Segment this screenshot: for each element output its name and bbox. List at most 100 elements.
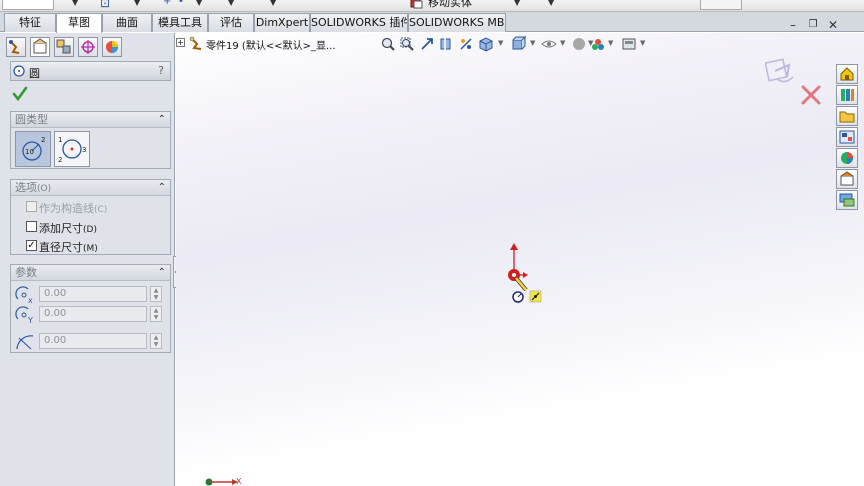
chevron-down-icon[interactable]: ▼ xyxy=(270,0,276,7)
center-x-icon: x xyxy=(15,286,33,305)
tab-features[interactable]: 特征 xyxy=(4,13,56,32)
view-palette-tab[interactable] xyxy=(836,127,858,147)
chevron-down-icon[interactable]: ▼ xyxy=(72,0,78,7)
view-palette-icon xyxy=(839,130,855,144)
perimeter-circle-icon: 1 2 3 xyxy=(58,136,86,164)
move-body-label[interactable]: 移动实体 xyxy=(428,0,472,10)
center-y-spinner[interactable]: ▲ ▼ xyxy=(150,306,162,322)
hide-show-items-icon[interactable] xyxy=(541,36,557,52)
add-dimensions-checkbox[interactable] xyxy=(26,221,37,232)
type-label: 2 xyxy=(58,156,62,164)
chevron-down-icon[interactable]: ▼ xyxy=(514,0,520,7)
display-manager-tab[interactable] xyxy=(102,37,122,57)
chevron-down-icon[interactable]: ▼ xyxy=(640,39,645,47)
feature-manager-tab[interactable] xyxy=(6,37,26,57)
home-tab[interactable] xyxy=(836,64,858,84)
tab-mold-tools[interactable]: 模具工具 xyxy=(152,13,208,32)
tab-surfaces[interactable]: 曲面 xyxy=(102,13,152,32)
part-name: 零件19 xyxy=(206,41,239,52)
group-header[interactable]: 圆类型 ⌃ xyxy=(11,112,170,128)
configuration-manager-icon xyxy=(56,39,71,54)
center-circle-button[interactable]: 10 2 xyxy=(15,131,51,167)
tab-evaluate[interactable]: 评估 xyxy=(208,13,254,32)
display-style-icon[interactable] xyxy=(510,36,526,52)
radius-input[interactable]: 0.00 xyxy=(39,333,147,349)
tab-solidworks-addins[interactable]: SOLIDWORKS 插件 xyxy=(310,13,408,32)
dimxpert-manager-tab[interactable] xyxy=(78,37,98,57)
smart-dimension-icon[interactable]: + xyxy=(163,0,171,7)
dynamic-annotation-icon[interactable] xyxy=(458,36,474,52)
restore-icon[interactable]: ❐ xyxy=(806,19,820,33)
task-pane-tabs xyxy=(836,64,858,210)
center-y-icon: Y xyxy=(15,306,33,325)
zoom-to-fit-icon[interactable] xyxy=(380,36,396,52)
toolbar-dropdown-2[interactable] xyxy=(700,0,742,10)
tab-dimxpert[interactable]: DimXpert xyxy=(254,13,310,32)
chevron-down-icon[interactable]: ▼ xyxy=(196,0,202,7)
property-manager-icon xyxy=(33,38,47,54)
move-body-icon[interactable] xyxy=(410,0,424,10)
collapse-icon[interactable]: ⌃ xyxy=(158,180,166,195)
option-label: 直径尺寸 xyxy=(39,241,83,254)
perimeter-circle-button[interactable]: 1 2 3 xyxy=(54,131,90,167)
sketch-origin[interactable] xyxy=(500,240,550,310)
chevron-down-icon[interactable]: ▼ xyxy=(608,39,613,47)
center-x-input[interactable]: 0.00 xyxy=(39,286,147,302)
sketch-line-icon[interactable]: ⊡ xyxy=(100,0,110,10)
page-title: 圆 xyxy=(29,67,40,80)
zoom-area-icon[interactable] xyxy=(399,36,415,52)
cancel-sketch-icon[interactable] xyxy=(801,85,821,105)
custom-properties-icon xyxy=(840,171,854,186)
for-construction-checkbox[interactable] xyxy=(26,201,37,212)
radius-row: 0.00 ▲ ▼ xyxy=(15,332,167,350)
radius-spinner[interactable]: ▲ ▼ xyxy=(150,333,162,349)
section-view-icon[interactable] xyxy=(438,36,454,52)
confirmation-corner xyxy=(765,58,821,105)
dot-icon[interactable]: • xyxy=(178,0,184,7)
minimize-icon[interactable]: – xyxy=(786,19,800,33)
chevron-down-icon[interactable]: ▼ xyxy=(560,39,565,47)
apply-scene-icon[interactable] xyxy=(590,36,606,52)
collapse-icon[interactable]: ⌃ xyxy=(158,112,166,127)
view-orientation-icon[interactable] xyxy=(478,36,494,52)
toolbar-dropdown-1[interactable] xyxy=(2,0,54,10)
ok-check-icon[interactable] xyxy=(12,86,28,102)
chevron-down-icon[interactable]: ▼ xyxy=(498,39,503,47)
option-shortcut: (D) xyxy=(83,225,97,235)
type-label: 1 xyxy=(58,136,62,144)
center-y-input[interactable]: 0.00 xyxy=(39,306,147,322)
add-dimensions-option[interactable]: 添加尺寸(D) xyxy=(26,220,97,235)
file-explorer-tab[interactable] xyxy=(836,106,858,126)
exit-sketch-icon[interactable] xyxy=(765,58,794,83)
tab-solidworks-mbd[interactable]: SOLIDWORKS MBD xyxy=(408,13,506,32)
custom-properties-tab[interactable] xyxy=(836,169,858,189)
diameter-dimension-option[interactable]: ✓ 直径尺寸(M) xyxy=(26,239,98,254)
for-construction-option[interactable]: 作为构造线(C) xyxy=(26,200,107,215)
forum-tab[interactable] xyxy=(836,190,858,210)
tab-sketch[interactable]: 草图 xyxy=(56,13,102,33)
edit-appearance-icon[interactable] xyxy=(571,36,587,52)
file-explorer-icon xyxy=(839,111,855,123)
configuration-manager-tab[interactable] xyxy=(54,37,74,57)
expand-icon[interactable]: + xyxy=(176,38,185,47)
appearances-tab[interactable] xyxy=(836,148,858,168)
center-x-spinner[interactable]: ▲ ▼ xyxy=(150,286,162,302)
chevron-down-icon[interactable]: ▼ xyxy=(228,0,234,7)
previous-view-icon[interactable] xyxy=(419,36,435,52)
pencil-cursor-icon xyxy=(514,276,528,292)
feature-manager-icon xyxy=(9,40,20,54)
group-header[interactable]: 参数 ⌃ xyxy=(11,265,170,281)
property-manager-tab[interactable] xyxy=(30,37,50,57)
close-icon[interactable]: ✕ xyxy=(826,19,840,33)
option-shortcut: (M) xyxy=(83,244,98,254)
chevron-down-icon[interactable]: ▼ xyxy=(548,0,554,7)
group-header[interactable]: 选项(O) ⌃ xyxy=(11,180,170,196)
chevron-down-icon[interactable]: ▼ xyxy=(134,0,140,7)
chevron-down-icon[interactable]: ▼ xyxy=(530,39,535,47)
diameter-dimension-checkbox[interactable]: ✓ xyxy=(26,240,37,251)
view-settings-icon[interactable] xyxy=(621,36,637,52)
help-icon[interactable]: ? xyxy=(158,64,164,77)
group-shortcut: (O) xyxy=(37,184,52,194)
design-library-tab[interactable] xyxy=(836,85,858,105)
collapse-icon[interactable]: ⌃ xyxy=(158,265,166,280)
